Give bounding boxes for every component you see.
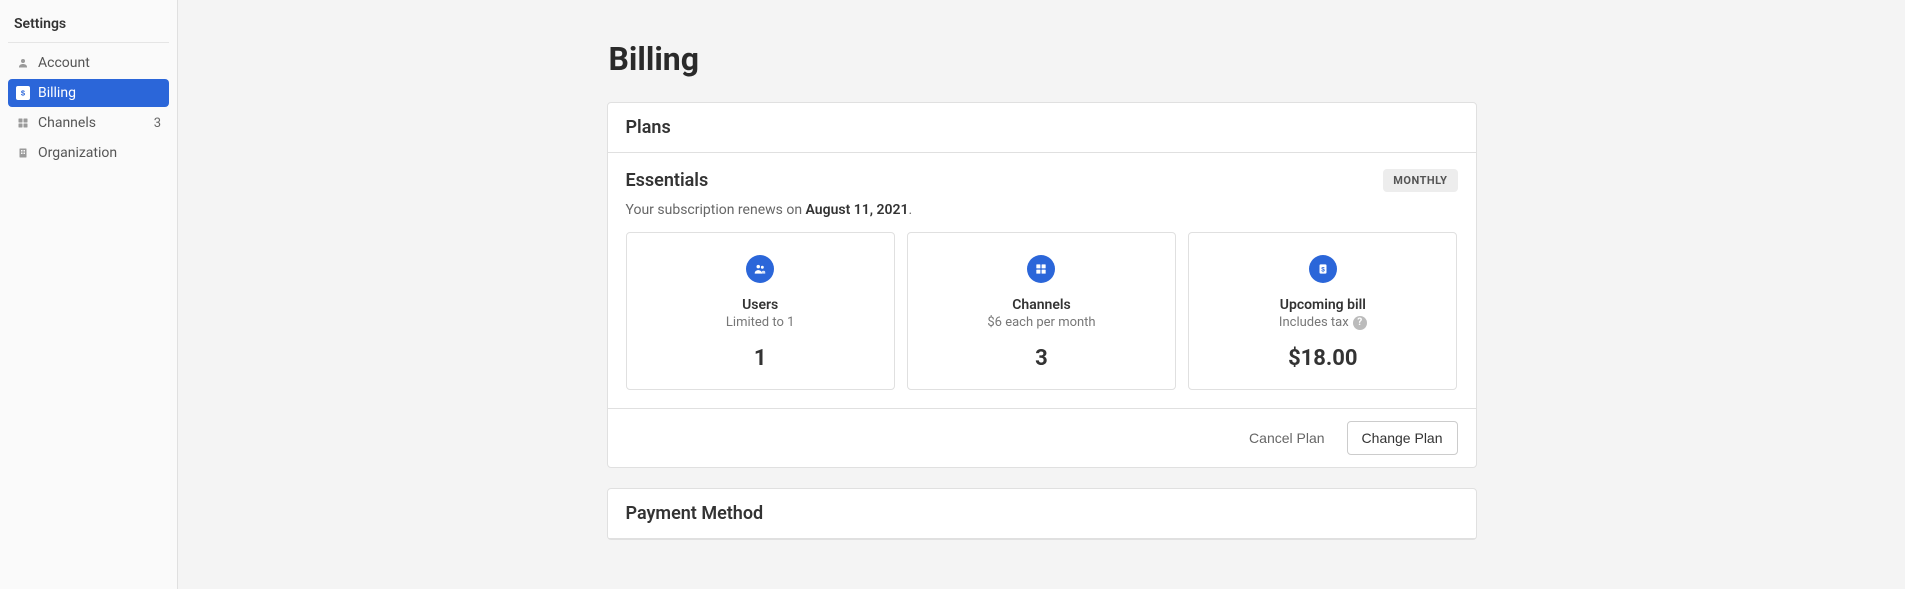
plans-card: Plans Essentials MONTHLY Your subscripti… <box>607 102 1477 468</box>
stat-sub-text: Includes tax <box>1279 315 1349 330</box>
main: Billing Plans Essentials MONTHLY Your su… <box>178 0 1905 589</box>
grid-icon <box>16 116 30 130</box>
building-icon <box>16 146 30 160</box>
plan-name: Essentials <box>626 170 709 191</box>
plans-header: Plans <box>608 103 1476 153</box>
sidebar-title: Settings <box>8 12 169 43</box>
stat-title: Upcoming bill <box>1280 297 1366 313</box>
page-title: Billing <box>607 40 1477 78</box>
sidebar-item-badge: 3 <box>154 116 161 131</box>
svg-text:$: $ <box>21 89 26 98</box>
plan-section: Essentials MONTHLY Your subscription ren… <box>608 153 1476 409</box>
users-icon <box>746 255 774 283</box>
sidebar-item-label: Billing <box>38 85 161 101</box>
plan-period-badge: MONTHLY <box>1383 169 1457 192</box>
user-icon <box>16 56 30 70</box>
dollar-icon: $ <box>16 86 30 100</box>
plan-renew-prefix: Your subscription renews on <box>626 202 806 218</box>
sidebar: Settings Account $ Billing Channels 3 Or <box>0 0 178 589</box>
dollar-circle-icon: $ <box>1309 255 1337 283</box>
sidebar-item-account[interactable]: Account <box>8 49 169 77</box>
stat-title: Users <box>742 297 778 313</box>
sidebar-item-channels[interactable]: Channels 3 <box>8 109 169 137</box>
sidebar-item-label: Account <box>38 55 161 71</box>
sidebar-item-billing[interactable]: $ Billing <box>8 79 169 107</box>
plan-renew-date: August 11, 2021 <box>806 202 909 218</box>
stat-sub: Includes tax ? <box>1279 315 1367 330</box>
sidebar-item-organization[interactable]: Organization <box>8 139 169 167</box>
stat-card-channels: Channels $6 each per month 3 <box>907 232 1176 390</box>
cancel-plan-button[interactable]: Cancel Plan <box>1239 422 1335 454</box>
sidebar-item-label: Organization <box>38 145 161 161</box>
stat-value: 1 <box>754 346 767 371</box>
plan-renew-text: Your subscription renews on August 11, 2… <box>626 202 1458 218</box>
stat-sub: Limited to 1 <box>726 315 795 330</box>
stat-card-users: Users Limited to 1 1 <box>626 232 895 390</box>
help-icon[interactable]: ? <box>1353 316 1367 330</box>
svg-text:$: $ <box>1321 266 1325 273</box>
stat-value: 3 <box>1035 346 1048 371</box>
payment-card: Payment Method <box>607 488 1477 540</box>
stat-sub: $6 each per month <box>987 315 1095 330</box>
payment-header: Payment Method <box>608 489 1476 539</box>
sidebar-item-label: Channels <box>38 115 154 131</box>
plans-header-title: Plans <box>626 117 1458 138</box>
payment-header-title: Payment Method <box>626 503 1458 524</box>
stat-value: $18.00 <box>1288 346 1358 371</box>
stat-title: Channels <box>1012 297 1071 313</box>
channels-icon <box>1027 255 1055 283</box>
plan-actions: Cancel Plan Change Plan <box>608 409 1476 467</box>
stat-card-bill: $ Upcoming bill Includes tax ? $18.00 <box>1188 232 1457 390</box>
plan-renew-suffix: . <box>909 202 913 218</box>
change-plan-button[interactable]: Change Plan <box>1347 421 1458 455</box>
